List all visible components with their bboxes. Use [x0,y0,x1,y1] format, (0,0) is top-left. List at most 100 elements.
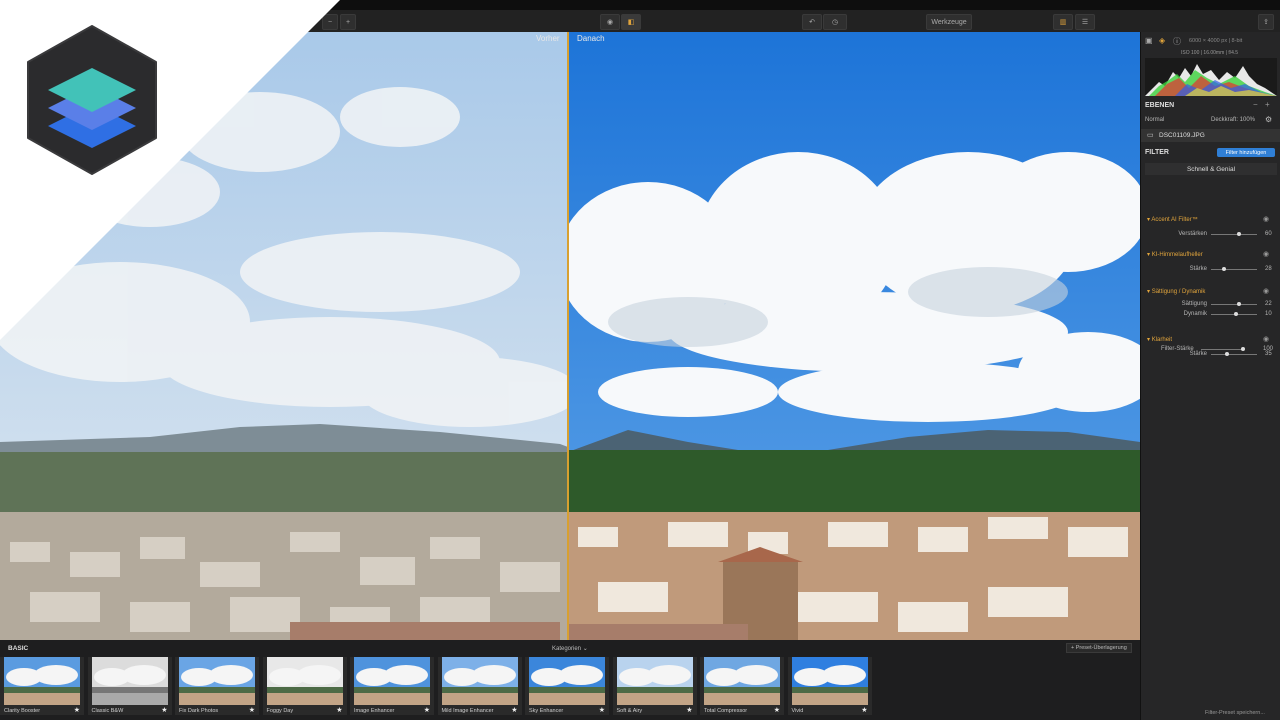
filter-name: Accent AI Filter™ [1151,217,1198,223]
preset-preview-image [616,657,693,705]
slider-value: 22 [1265,301,1272,307]
favorite-star-icon[interactable]: ★ [774,706,780,714]
filter-slider[interactable] [1211,302,1257,306]
blend-mode-select[interactable]: Normal [1145,117,1164,123]
preset-thumbnail[interactable]: Image Enhancer ★ [350,657,434,715]
filter-name: Klarheit [1151,337,1173,343]
favorite-star-icon[interactable]: ★ [249,706,255,714]
slider-value: 60 [1265,231,1272,237]
preset-thumbnail[interactable]: Mild Image Enhancer ★ [437,657,522,715]
slider-label: Sättigung [1181,301,1207,307]
info-icon[interactable]: ⓘ [1173,36,1181,47]
slider-label: Dynamik [1183,311,1207,317]
layers-title: EBENEN [1145,102,1175,109]
history-icon[interactable]: ◷ [823,14,847,30]
tools-dropdown[interactable]: Werkzeuge [926,14,972,30]
adjustments-panel-icon[interactable]: ☰ [1075,14,1095,30]
slider-knob[interactable] [1221,267,1226,271]
filter-strength-knob[interactable] [1241,347,1245,351]
filter-visibility-icon[interactable]: ◉ [1263,335,1269,343]
filter-strength-slider[interactable] [1201,347,1245,351]
eye-icon[interactable]: ◉ [600,14,620,30]
filter-slider[interactable] [1211,312,1257,316]
remove-layer-button[interactable]: − [1253,100,1258,109]
opacity-field[interactable]: Deckkraft: 100% [1211,117,1255,123]
categories-dropdown[interactable]: Kategorien ⌄ [552,645,588,652]
add-layer-button[interactable]: + [1265,100,1270,109]
filter-slider[interactable] [1211,267,1257,271]
preset-preview-image [441,657,518,705]
preset-name: Sky Enhancer [529,708,564,714]
filter-name: Sättigung / Dynamik [1151,289,1206,295]
slider-knob[interactable] [1236,232,1241,236]
preset-name: Soft & Airy [616,708,643,714]
preset-preview-image [791,657,868,705]
favorite-star-icon[interactable]: ★ [686,706,692,714]
favorite-star-icon[interactable]: ★ [511,706,517,714]
layer-row[interactable]: ▭ DSC01109.JPG [1141,129,1280,142]
preset-category: BASIC [8,645,29,652]
preset-thumbnail[interactable]: Clarity Booster ★ [0,657,84,715]
preset-thumbnail[interactable]: Vivid ★ [787,657,872,715]
favorite-star-icon[interactable]: ★ [161,706,167,714]
preset-thumbnail[interactable]: Foggy Day ★ [262,657,347,715]
filter-visibility-icon[interactable]: ◉ [1263,250,1269,258]
filter-title: FILTER [1145,149,1169,156]
presets-panel-icon[interactable]: ▥ [1053,14,1073,30]
favorite-star-icon[interactable]: ★ [74,706,80,714]
preset-thumbnail[interactable]: Fix Dark Photos ★ [175,657,259,715]
after-image: Danach [568,32,1140,640]
preset-preview-image [91,657,168,705]
layers-icon[interactable]: ◈ [1159,36,1165,45]
filter-header[interactable]: ▾ Sättigung / Dynamik [1147,288,1275,295]
image-dims: 6000 × 4000 px | 8-bit [1189,38,1243,44]
preset-thumbnail[interactable]: Total Compressor ★ [700,657,784,715]
filter-header[interactable]: ▾ Accent AI Filter™ [1147,216,1275,223]
favorite-star-icon[interactable]: ★ [599,706,605,714]
preset-preview-image [529,657,605,705]
zoom-in-button[interactable]: + [340,14,356,30]
save-preset-button[interactable]: Filter-Preset speichern... [1205,710,1265,716]
slider-label: Stärke [1189,266,1207,272]
favorite-star-icon[interactable]: ★ [336,706,342,714]
add-filter-button[interactable]: Filter hinzufügen [1217,148,1275,157]
filter-slider[interactable] [1211,352,1257,356]
filter-strength-label: Filter-Stärke [1161,346,1194,352]
preset-name: Mild Image Enhancer [441,708,494,714]
slider-knob[interactable] [1225,352,1230,356]
preset-preview-image [354,657,430,705]
preset-name: Fix Dark Photos [179,708,219,714]
filter-header[interactable]: ▾ Klarheit [1147,336,1275,343]
preset-thumbnail[interactable]: Sky Enhancer ★ [525,657,609,715]
export-icon[interactable]: ⇪ [1258,14,1274,30]
split-view-icon[interactable]: ◧ [621,14,641,30]
preset-preview-image [704,657,780,705]
filter-slider[interactable] [1211,232,1257,236]
preset-group-dropdown[interactable]: Schnell & Genial [1145,163,1277,175]
preset-thumbnail[interactable]: Soft & Airy ★ [612,657,697,715]
preset-thumbnail[interactable]: Classic B&W ★ [87,657,172,715]
filter-strength-value: 100 [1263,346,1274,352]
undo-icon[interactable]: ↶ [802,14,822,30]
preset-name: Foggy Day [266,708,294,714]
slider-knob[interactable] [1237,302,1242,306]
exif-info: ISO 100 | 16.00mm | f/4.5 [1181,50,1239,56]
categories-label: Kategorien [552,646,582,652]
slider-value: 10 [1265,311,1272,317]
favorite-star-icon[interactable]: ★ [861,706,867,714]
right-sidebar: ▣ ◈ ⓘ 6000 × 4000 px | 8-bit ISO 100 | 1… [1140,32,1280,720]
slider-knob[interactable] [1234,312,1239,316]
preset-name: Image Enhancer [354,708,395,714]
preset-preview-image [266,657,343,705]
histogram-icon[interactable]: ▣ [1145,36,1153,45]
filter-visibility-icon[interactable]: ◉ [1263,215,1269,223]
gear-icon[interactable]: ⚙ [1265,115,1272,124]
preset-preview-image [4,657,80,705]
preset-overlay-button[interactable]: + Preset-Überlagerung [1066,643,1132,653]
luminar-logo-icon [24,24,160,176]
preset-preview-image [179,657,255,705]
filter-visibility-icon[interactable]: ◉ [1263,287,1269,295]
filter-header[interactable]: ▾ KI-Himmelaufheller [1147,251,1275,258]
before-after-divider-handle[interactable] [567,32,569,640]
favorite-star-icon[interactable]: ★ [424,706,430,714]
